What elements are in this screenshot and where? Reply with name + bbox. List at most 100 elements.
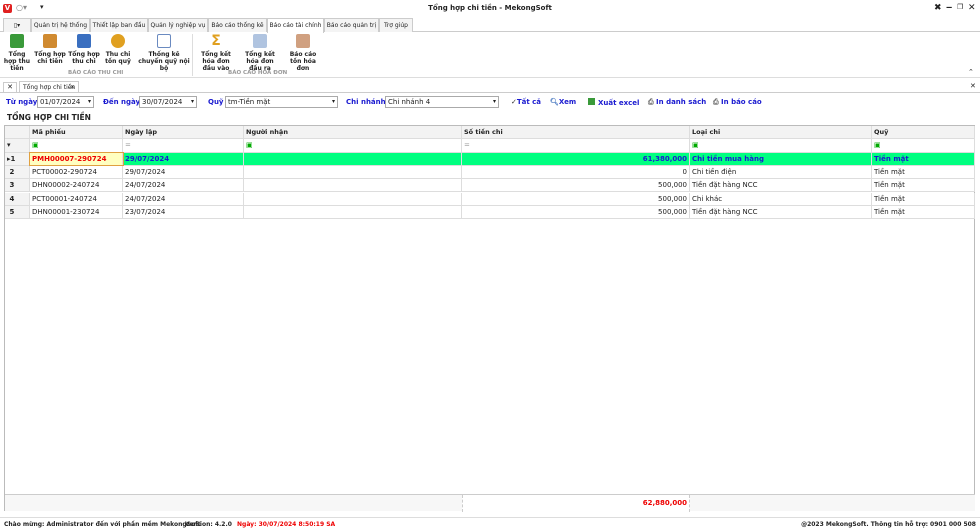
printer-icon: ⎙ bbox=[648, 98, 657, 106]
tab-bao-cao-quan-tri[interactable]: Báo cáo quản trị bbox=[324, 18, 379, 32]
window-title: Tổng hợp chi tiền - MekongSoft bbox=[428, 4, 552, 12]
cell-code[interactable]: DHN00001-230724 bbox=[30, 205, 123, 219]
filter-cell-icon[interactable]: ▣ bbox=[872, 139, 975, 152]
close-tab-icon[interactable]: ✕ bbox=[70, 82, 75, 93]
cell-type[interactable]: Tiền đặt hàng NCC bbox=[690, 179, 872, 192]
cell-type[interactable]: Chi tiền điện bbox=[690, 165, 872, 179]
dropdown-arrow-icon: ▾ bbox=[331, 98, 335, 105]
table-row[interactable]: ▸1 PMH00007-290724 29/07/2024 61,380,000 Chi… bbox=[5, 151, 975, 166]
status-bar: Chào mừng: Administrator đến với phần mề… bbox=[0, 517, 980, 530]
cell-recipient[interactable] bbox=[244, 179, 462, 192]
transfer-icon bbox=[157, 34, 171, 48]
cell-fund[interactable]: Tiền mặt bbox=[872, 179, 975, 192]
cell-type[interactable]: Tiền đặt hàng NCC bbox=[690, 205, 872, 219]
cell-type[interactable]: Chi tiền mua hàng bbox=[690, 152, 872, 165]
cell-date[interactable]: 24/07/2024 bbox=[123, 179, 244, 192]
tab-tro-giup[interactable]: Trợ giúp bbox=[379, 18, 413, 32]
cell-fund[interactable]: Tiền mặt bbox=[872, 192, 975, 205]
cell-date[interactable]: 24/07/2024 bbox=[123, 192, 244, 205]
document-tabs: ✕ Tổng hợp chi tiền ✕ ✕ bbox=[0, 81, 980, 93]
to-date-picker[interactable]: 30/07/2024 ▾ bbox=[139, 96, 197, 108]
row-number[interactable]: ▸1 bbox=[5, 152, 30, 165]
cell-recipient[interactable] bbox=[244, 165, 462, 179]
cell-recipient[interactable] bbox=[244, 192, 462, 205]
group-divider bbox=[192, 34, 193, 76]
report-icon: ⎙ bbox=[713, 98, 722, 106]
cell-amount[interactable]: 500,000 bbox=[462, 192, 690, 205]
view-label: Xem bbox=[558, 98, 577, 106]
column-header-loai-chi[interactable]: Loại chi bbox=[690, 126, 872, 139]
tong-ket-hd-dau-ra-button[interactable]: Tổng kết hóa đơn đầu ra bbox=[240, 34, 280, 72]
bao-cao-ton-hoa-don-button[interactable]: Báo cáo tồn hóa đơn bbox=[284, 34, 322, 72]
cell-amount[interactable]: 500,000 bbox=[462, 205, 690, 219]
row-number[interactable]: 2 bbox=[5, 165, 30, 179]
column-header-so-tien-chi[interactable]: Số tiền chi bbox=[462, 126, 690, 139]
cell-type[interactable]: Chi khác bbox=[690, 192, 872, 205]
select-all-checkbox[interactable]: ✓Tất cả bbox=[511, 98, 541, 106]
tab-thiet-lap-ban-dau[interactable]: Thiết lập ban đầu bbox=[90, 18, 148, 32]
app-menu-button[interactable]: ▯▾ bbox=[3, 18, 31, 32]
minimize-button[interactable]: ‒ bbox=[946, 3, 952, 13]
branch-select[interactable]: Chi nhánh 4 ▾ bbox=[385, 96, 499, 108]
row-number[interactable]: 4 bbox=[5, 192, 30, 205]
cell-date[interactable]: 29/07/2024 bbox=[123, 152, 244, 165]
cell-fund[interactable]: Tiền mặt bbox=[872, 165, 975, 179]
column-header-nguoi-nhan[interactable]: Người nhận bbox=[244, 126, 462, 139]
print-list-button[interactable]: ⎙ In danh sách bbox=[648, 98, 706, 107]
table-row[interactable]: 2 PCT00002-290724 29/07/2024 0 Chi tiền điện… bbox=[5, 165, 975, 180]
table-row[interactable]: 4 PCT00001-240724 24/07/2024 500,000 Chi khá… bbox=[5, 192, 975, 206]
from-date-picker[interactable]: 01/07/2024 ▾ bbox=[37, 96, 94, 108]
cell-amount[interactable]: 500,000 bbox=[462, 179, 690, 192]
row-number-text: 5 bbox=[9, 207, 15, 216]
tools-icon[interactable]: ✖ bbox=[934, 3, 942, 13]
cell-recipient[interactable] bbox=[244, 152, 462, 165]
tab-bao-cao-thong-ke[interactable]: Báo cáo thống kê bbox=[208, 18, 267, 32]
row-number[interactable]: 5 bbox=[5, 205, 30, 219]
cell-fund[interactable]: Tiền mặt bbox=[872, 152, 975, 165]
column-header-ngay-lap[interactable]: Ngày lập bbox=[123, 126, 244, 139]
cell-code[interactable]: PCT00002-290724 bbox=[30, 165, 123, 179]
cell-amount[interactable]: 0 bbox=[462, 165, 690, 179]
restore-button[interactable]: ❐ bbox=[957, 3, 963, 11]
collapse-ribbon-icon[interactable]: ⌃ bbox=[968, 68, 974, 76]
sigma-icon: Σ bbox=[211, 33, 221, 49]
tab-quan-ly-nghiep-vu[interactable]: Quản lý nghiệp vụ bbox=[148, 18, 208, 32]
thong-ke-chuyen-quy-button[interactable]: Thống kê chuyển quỹ nội bộ bbox=[138, 34, 190, 72]
close-all-icon[interactable]: ✕ bbox=[3, 82, 17, 93]
tong-hop-thu-chi-button[interactable]: Tổng hợp thu chi bbox=[68, 34, 100, 65]
tong-hop-thu-tien-button[interactable]: Tổng hợp thu tiền bbox=[2, 34, 32, 72]
thu-chi-ton-quy-button[interactable]: Thu chi tồn quỹ bbox=[104, 34, 132, 65]
tab-bao-cao-tai-chinh[interactable]: Báo cáo tài chính bbox=[267, 18, 324, 33]
view-button[interactable]: 🔍︎Xem bbox=[550, 98, 576, 106]
tong-hop-chi-tien-button[interactable]: Tổng hợp chi tiền bbox=[34, 34, 66, 65]
filter-cell-icon[interactable]: ▣ bbox=[30, 139, 123, 152]
cell-amount[interactable]: 61,380,000 bbox=[462, 152, 690, 165]
filter-cell-icon[interactable]: ▣ bbox=[244, 139, 462, 152]
filter-cell-icon[interactable]: = bbox=[462, 139, 690, 152]
cell-date[interactable]: 29/07/2024 bbox=[123, 165, 244, 179]
cell-recipient[interactable] bbox=[244, 205, 462, 219]
tab-quan-tri-he-thong[interactable]: Quản trị hệ thống bbox=[31, 18, 90, 32]
cell-code[interactable]: PCT00001-240724 bbox=[30, 192, 123, 205]
filter-cell-icon[interactable]: ▣ bbox=[690, 139, 872, 152]
column-header-ma-phieu[interactable]: Mã phiếu bbox=[30, 126, 123, 139]
row-number[interactable]: 3 bbox=[5, 179, 30, 192]
tong-ket-hd-dau-vao-button[interactable]: Σ Tổng kết hóa đơn đầu vào bbox=[196, 34, 236, 72]
cell-date[interactable]: 23/07/2024 bbox=[123, 205, 244, 219]
export-excel-button[interactable]: Xuất excel bbox=[588, 98, 639, 107]
table-row[interactable]: 5 DHN00001-230724 23/07/2024 500,000 Tiền đặ… bbox=[5, 205, 975, 220]
table-row[interactable]: 3 DHN00002-240724 24/07/2024 500,000 Tiền đặ… bbox=[5, 179, 975, 193]
cell-code[interactable]: PMH00007-290724 bbox=[29, 151, 124, 166]
filter-cell-icon[interactable]: = bbox=[123, 139, 244, 152]
cell-fund[interactable]: Tiền mặt bbox=[872, 205, 975, 219]
filter-row: ▾ ▣ = ▣ = ▣ ▣ bbox=[5, 139, 975, 153]
fund-select[interactable]: tm-Tiền mặt ▾ bbox=[225, 96, 338, 108]
print-report-button[interactable]: ⎙ In báo cáo bbox=[713, 98, 762, 107]
button-label: Tổng kết hóa đơn đầu vào bbox=[201, 51, 231, 72]
close-document-icon[interactable]: ✕ bbox=[970, 82, 976, 90]
group-bao-cao-hoa-don: BÁO CÁO HÓA ĐƠN bbox=[228, 70, 288, 76]
cell-code[interactable]: DHN00002-240724 bbox=[30, 179, 123, 192]
column-header-quy[interactable]: Quỹ bbox=[872, 126, 975, 139]
doc-tab-tong-hop-chi-tien[interactable]: Tổng hợp chi tiền ✕ bbox=[19, 81, 79, 93]
close-button[interactable]: ✕ bbox=[968, 3, 976, 13]
